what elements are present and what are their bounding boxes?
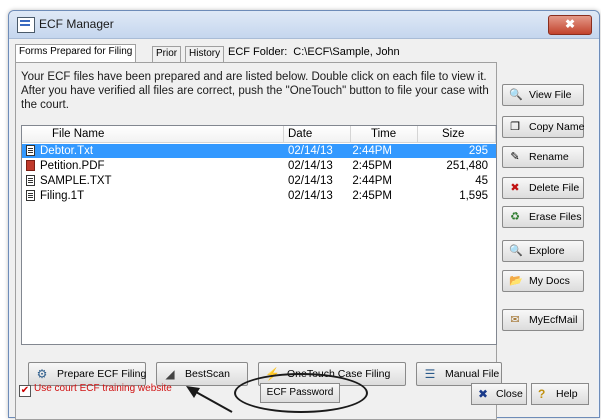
erase-files-button[interactable]: ♻ Erase Files	[502, 206, 584, 228]
text-file-icon	[26, 175, 35, 186]
erase-files-label: Erase Files	[529, 211, 582, 223]
my-docs-label: My Docs	[529, 275, 570, 287]
copy-icon: ❐	[510, 121, 520, 133]
column-file-name[interactable]: File Name	[22, 126, 284, 142]
file-time: 2:45PM	[352, 160, 392, 172]
instructions-text: Your ECF files have been prepared and ar…	[21, 71, 489, 111]
erase-icon: ♻	[510, 211, 520, 223]
prepare-ecf-filing-label: Prepare ECF Filing	[57, 368, 147, 380]
help-label: Help	[556, 388, 578, 400]
table-row[interactable]: Debtor.Txt 02/14/13 2:44PM 295	[22, 144, 496, 158]
rename-button[interactable]: ✎ Rename	[502, 146, 584, 168]
ecf-password-button[interactable]: ECF Password	[260, 383, 340, 403]
training-website-label: Use court ECF training website	[34, 383, 172, 394]
manual-file-label: Manual File	[445, 368, 500, 380]
copy-name-label: Copy Name	[529, 121, 585, 133]
tab-forms-prepared[interactable]: Forms Prepared for Filing	[15, 44, 137, 63]
myecfmail-label: MyEcfMail	[529, 314, 578, 326]
prepare-icon: ⚙	[36, 367, 48, 381]
onetouch-case-filing-label: OneTouch Case Filing	[287, 368, 391, 380]
help-icon: ?	[538, 387, 546, 401]
file-time: 2:44PM	[352, 145, 392, 157]
mail-icon: ✉	[510, 314, 520, 326]
delete-file-label: Delete File	[529, 182, 580, 194]
myecfmail-button[interactable]: ✉ MyEcfMail	[502, 309, 584, 331]
file-name: Petition.PDF	[40, 160, 105, 172]
window-close-button[interactable]: ✖	[548, 15, 592, 35]
file-date: 02/14/13	[288, 160, 333, 172]
ecf-manager-window: ECF Manager ✖ Forms Prepared for Filing …	[8, 10, 600, 420]
manual-icon: ☰	[424, 367, 436, 381]
delete-icon: ✖	[510, 182, 520, 194]
file-size: 45	[475, 175, 488, 187]
ecf-folder-value: C:\ECF\Sample, John	[293, 46, 400, 58]
window-title: ECF Manager	[39, 17, 114, 31]
ecf-folder: ECF Folder: C:\ECF\Sample, John	[228, 46, 400, 58]
file-size: 295	[468, 145, 488, 157]
client-area: Forms Prepared for Filing Prior History …	[10, 39, 598, 420]
column-date[interactable]: Date	[284, 126, 351, 142]
view-file-label: View File	[529, 89, 572, 101]
close-button[interactable]: ✖ Close	[471, 383, 527, 405]
file-date: 02/14/13	[288, 175, 333, 187]
explore-button[interactable]: 🔍 Explore	[502, 240, 584, 262]
file-name: SAMPLE.TXT	[40, 175, 112, 187]
file-time: 2:45PM	[352, 190, 392, 202]
close-label: Close	[496, 388, 523, 400]
folder-icon: 📂	[509, 275, 523, 287]
pdf-file-icon	[26, 160, 35, 171]
tab-prior[interactable]: Prior	[152, 46, 182, 62]
app-icon	[17, 17, 35, 33]
rename-icon: ✎	[510, 151, 520, 163]
file-date: 02/14/13	[288, 145, 333, 157]
close-icon: ✖	[478, 387, 489, 401]
title-bar: ECF Manager ✖	[9, 11, 599, 39]
bestscan-label: BestScan	[185, 368, 230, 380]
table-row[interactable]: Filing.1T 02/14/13 2:45PM 1,595	[22, 189, 496, 203]
file-date: 02/14/13	[288, 190, 333, 202]
lightning-icon: ⚡	[265, 367, 280, 381]
text-file-icon	[26, 190, 35, 201]
training-website-checkbox[interactable]: ✔	[19, 385, 31, 397]
explore-icon: 🔍	[509, 245, 523, 257]
view-file-button[interactable]: 🔍 View File	[502, 84, 584, 106]
file-name: Debtor.Txt	[40, 145, 94, 157]
view-icon: 🔍	[509, 89, 523, 101]
help-button[interactable]: ? Help	[531, 383, 589, 405]
file-name: Filing.1T	[40, 190, 85, 202]
file-time: 2:44PM	[352, 175, 392, 187]
column-size[interactable]: Size	[418, 126, 496, 142]
rename-label: Rename	[529, 151, 569, 163]
text-file-icon	[26, 145, 35, 156]
column-time[interactable]: Time	[351, 126, 418, 142]
my-docs-button[interactable]: 📂 My Docs	[502, 270, 584, 292]
file-size: 251,480	[446, 160, 488, 172]
explore-label: Explore	[529, 245, 565, 257]
ecf-folder-label: ECF Folder:	[228, 46, 288, 58]
copy-name-button[interactable]: ❐ Copy Name	[502, 116, 584, 138]
file-size: 1,595	[459, 190, 488, 202]
list-header: File Name Date Time Size	[22, 126, 496, 143]
tab-history[interactable]: History	[185, 46, 225, 62]
table-row[interactable]: SAMPLE.TXT 02/14/13 2:44PM 45	[22, 174, 496, 188]
scan-icon: ◢	[165, 367, 175, 381]
delete-file-button[interactable]: ✖ Delete File	[502, 177, 584, 199]
table-row[interactable]: Petition.PDF 02/14/13 2:45PM 251,480	[22, 159, 496, 173]
file-list[interactable]: File Name Date Time Size Debtor.Txt 02/1…	[21, 125, 497, 345]
